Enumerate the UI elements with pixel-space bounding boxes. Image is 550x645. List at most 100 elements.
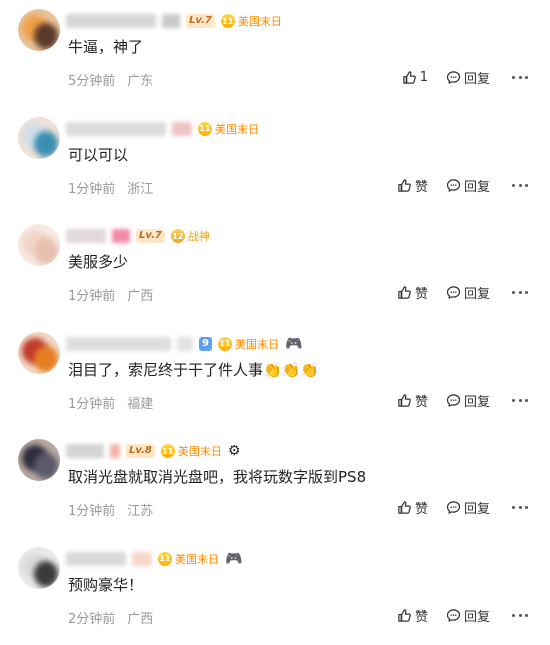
- medal-level-icon: 11: [198, 121, 212, 136]
- medal-badge: 12 战神: [170, 228, 210, 244]
- comment-text: 泪目了，索尼终于干了件人事👏👏👏: [68, 360, 320, 379]
- reply-label: 回复: [463, 394, 490, 410]
- comment-location: 江苏: [127, 504, 154, 519]
- comment-actions: 赞 回复: [379, 498, 528, 517]
- comment-header: 11 美国末日: [66, 120, 259, 138]
- fan-badge-icon: 🎮: [225, 550, 243, 567]
- avatar[interactable]: [18, 546, 60, 589]
- medal-badge: 11 美国末日: [220, 13, 282, 29]
- reply-button[interactable]: 回复: [446, 606, 490, 625]
- comment-location: 浙江: [127, 181, 154, 197]
- medal-badge: 11 美国末日: [217, 336, 279, 352]
- medal-label: 战神: [187, 230, 210, 243]
- comment-actions: 赞 回复: [379, 606, 528, 625]
- more-options-icon[interactable]: [512, 183, 528, 187]
- medal-label: 美国末日: [175, 552, 219, 566]
- medal-label: 美国末日: [215, 122, 259, 136]
- reply-label: 回复: [463, 502, 490, 517]
- comment-text: 美服多少: [68, 253, 129, 271]
- reply-button[interactable]: 回复: [446, 283, 490, 302]
- comment-location: 广西: [127, 289, 154, 304]
- username-suffix: [177, 336, 193, 351]
- comment-meta: 2分钟前 广西: [68, 608, 153, 627]
- comment-time: 1分钟前: [68, 289, 116, 304]
- like-button[interactable]: 1: [402, 70, 428, 85]
- comment-bubble-icon: [446, 500, 461, 515]
- comment-header: Lv.7 11 美国末日: [66, 12, 282, 30]
- medal-label: 美国末日: [177, 445, 222, 458]
- medal-level-icon: 11: [158, 551, 172, 566]
- like-button[interactable]: 赞: [397, 283, 428, 302]
- avatar[interactable]: [18, 224, 60, 266]
- comment-actions: 赞 回复: [379, 283, 528, 302]
- medal-level-icon: 12: [170, 229, 185, 243]
- like-button[interactable]: 赞: [397, 498, 428, 517]
- comment-meta: 1分钟前 广西: [68, 285, 153, 304]
- like-label: 赞: [414, 394, 428, 410]
- medal-badge: 11 美国末日: [160, 443, 222, 459]
- more-options-icon[interactable]: [512, 506, 528, 509]
- more-options-icon[interactable]: [512, 398, 528, 402]
- comment-bubble-icon: [446, 285, 461, 300]
- medal-level-icon: 11: [217, 336, 232, 351]
- more-options-icon[interactable]: [512, 291, 528, 294]
- thumbs-up-icon: [397, 393, 412, 408]
- medal-level-icon: 11: [160, 444, 175, 458]
- reply-label: 回复: [463, 72, 490, 87]
- comment-item: Lv.8 11 美国末日 ⚙ 取消光盘就取消光盘吧，我将玩数字版到PS8 1分钟…: [0, 430, 550, 538]
- like-label: 赞: [414, 502, 428, 517]
- comment-time: 1分钟前: [68, 396, 116, 412]
- comment-item: 11 美国末日 🎮 预购豪华！ 2分钟前 广西 赞 回复: [0, 538, 550, 645]
- comment-meta: 1分钟前 福建: [68, 393, 153, 412]
- thumbs-up-icon: [397, 608, 412, 623]
- avatar[interactable]: [18, 331, 60, 374]
- fan-badge-icon: 🎮: [284, 335, 303, 352]
- comment-time: 1分钟前: [68, 181, 116, 197]
- medal-label: 美国末日: [237, 15, 282, 28]
- comment-bubble-icon: [446, 178, 461, 193]
- like-button[interactable]: 赞: [397, 606, 428, 625]
- more-options-icon[interactable]: [512, 613, 528, 617]
- fan-badge-icon: ⚙: [227, 443, 241, 459]
- like-button[interactable]: 赞: [397, 391, 428, 410]
- comment-item: 9 11 美国末日 🎮 泪目了，索尼终于干了件人事👏👏👏 1分钟前 福建 赞 回…: [0, 323, 550, 431]
- medal-level-icon: 11: [220, 14, 235, 28]
- avatar[interactable]: [18, 116, 60, 159]
- like-button[interactable]: 赞: [397, 176, 428, 195]
- level-badge: Lv.7: [136, 229, 165, 243]
- comment-item: Lv.7 11 美国末日 牛逼，神了 5分钟前 广东 1 回复: [0, 0, 550, 108]
- comment-actions: 赞 回复: [379, 391, 528, 410]
- comment-text: 牛逼，神了: [68, 38, 144, 56]
- avatar[interactable]: [18, 9, 60, 51]
- thumbs-up-icon: [397, 500, 412, 515]
- medal-badge: 11 美国末日: [198, 121, 259, 137]
- reply-button[interactable]: 回复: [446, 176, 490, 195]
- avatar[interactable]: [18, 439, 60, 481]
- username[interactable]: [66, 551, 126, 566]
- comment-time: 1分钟前: [68, 504, 116, 519]
- more-options-icon[interactable]: [512, 76, 528, 79]
- reply-label: 回复: [463, 287, 490, 302]
- comment-actions: 1 回复: [384, 68, 528, 87]
- comment-header: Lv.7 12 战神: [66, 227, 210, 245]
- like-label: 1: [419, 70, 428, 85]
- comment-meta: 5分钟前 广东: [68, 70, 153, 89]
- username[interactable]: [66, 121, 166, 136]
- username[interactable]: [66, 229, 106, 243]
- comment-header: Lv.8 11 美国末日 ⚙: [66, 442, 240, 460]
- comment-text: 可以可以: [68, 145, 129, 164]
- comment-bubble-icon: [446, 608, 461, 623]
- comment-time: 5分钟前: [68, 74, 116, 89]
- medal-badge: 11 美国末日: [158, 551, 219, 567]
- username[interactable]: [66, 336, 171, 351]
- thumbs-up-icon: [397, 285, 412, 300]
- comment-text: 取消光盘就取消光盘吧，我将玩数字版到PS8: [68, 468, 367, 486]
- reply-button[interactable]: 回复: [446, 391, 490, 410]
- username[interactable]: [66, 14, 156, 28]
- reply-button[interactable]: 回复: [446, 68, 490, 87]
- comment-location: 广西: [127, 611, 154, 627]
- username[interactable]: [66, 444, 104, 458]
- reply-button[interactable]: 回复: [446, 498, 490, 517]
- like-label: 赞: [414, 287, 428, 302]
- like-label: 赞: [414, 609, 428, 625]
